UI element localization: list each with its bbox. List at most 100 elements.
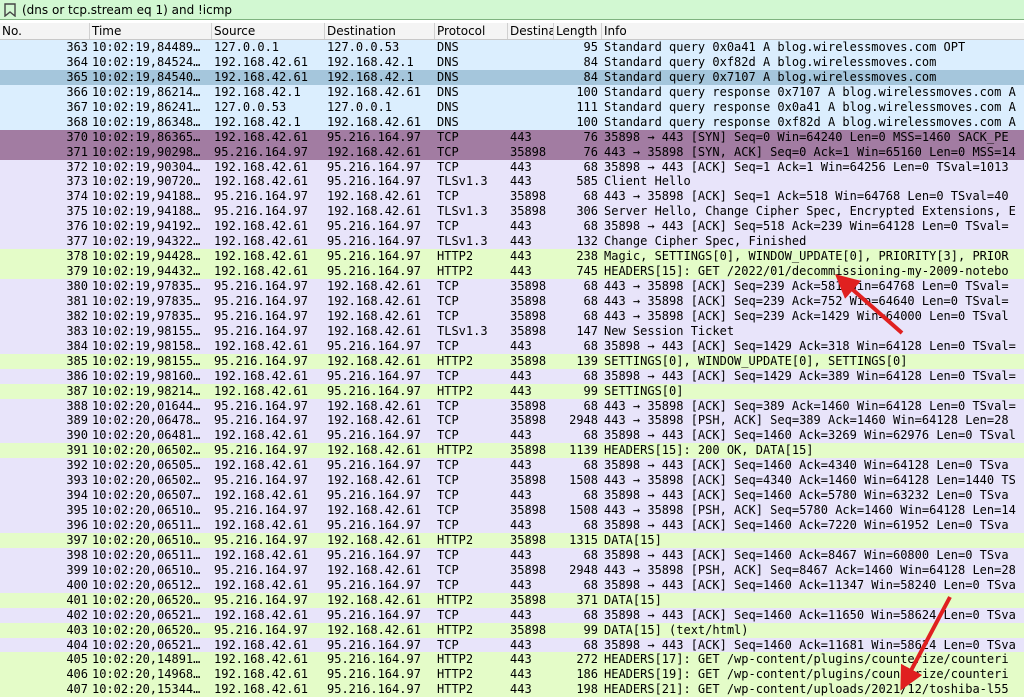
packet-row[interactable]: 404 10:02:20,06521… 192.168.42.61 95.216.16… bbox=[0, 637, 1024, 653]
packet-row[interactable]: 387 10:02:19,98214… 192.168.42.61 95.216.16… bbox=[0, 383, 1024, 399]
cell-no: 365 bbox=[66, 69, 88, 84]
cell-time: 10:02:20,06478… bbox=[92, 413, 201, 428]
packet-row[interactable]: 377 10:02:19,94322… 192.168.42.61 95.216.16… bbox=[0, 234, 1024, 250]
cell-destination: 95.216.164.97 bbox=[327, 383, 421, 398]
packet-row[interactable]: 372 10:02:19,90304… 192.168.42.61 95.216.16… bbox=[0, 159, 1024, 175]
cell-info: New Session Ticket bbox=[604, 323, 735, 338]
packet-row[interactable]: 396 10:02:20,06511… 192.168.42.61 95.216.16… bbox=[0, 518, 1024, 533]
cell-destination: 192.168.42.61 bbox=[327, 473, 421, 488]
display-filter-input[interactable] bbox=[22, 0, 1024, 19]
cell-dest-port: 35898 bbox=[510, 353, 547, 368]
packet-row[interactable]: 365 10:02:19,84540… 192.168.42.61 192.168.4… bbox=[0, 69, 1024, 85]
cell-protocol: DNS bbox=[437, 84, 459, 99]
packet-row[interactable]: 399 10:02:20,06510… 95.216.164.97 192.168.4… bbox=[0, 562, 1024, 578]
cell-destination: 127.0.0.53 bbox=[327, 40, 400, 54]
cell-dest-port: 443 bbox=[510, 607, 532, 622]
cell-destination: 95.216.164.97 bbox=[327, 249, 421, 264]
packet-row[interactable]: 400 10:02:20,06512… 192.168.42.61 95.216.16… bbox=[0, 577, 1024, 593]
packet-row[interactable]: 391 10:02:20,06502… 95.216.164.97 192.168.4… bbox=[0, 443, 1024, 459]
packet-row[interactable]: 392 10:02:20,06505… 192.168.42.61 95.216.16… bbox=[0, 458, 1024, 474]
cell-no: 374 bbox=[66, 189, 88, 204]
cell-time: 10:02:19,86241… bbox=[92, 99, 201, 114]
column-header-protocol[interactable]: Protocol bbox=[435, 23, 508, 39]
bookmark-filter-icon[interactable] bbox=[2, 2, 18, 18]
packet-row[interactable]: 390 10:02:20,06481… 192.168.42.61 95.216.16… bbox=[0, 428, 1024, 444]
cell-source: 192.168.42.61 bbox=[214, 368, 308, 383]
cell-time: 10:02:20,14968… bbox=[92, 667, 201, 682]
packet-row[interactable]: 395 10:02:20,06510… 95.216.164.97 192.168.4… bbox=[0, 503, 1024, 518]
packet-row[interactable]: 382 10:02:19,97835… 95.216.164.97 192.168.4… bbox=[0, 308, 1024, 324]
cell-length: 68 bbox=[583, 607, 598, 622]
packet-row[interactable]: 397 10:02:20,06510… 95.216.164.97 192.168.4… bbox=[0, 532, 1024, 548]
cell-time: 10:02:20,06502… bbox=[92, 443, 201, 458]
cell-no: 391 bbox=[66, 443, 88, 458]
packet-row[interactable]: 379 10:02:19,94432… 192.168.42.61 95.216.16… bbox=[0, 264, 1024, 279]
cell-no: 390 bbox=[66, 428, 88, 443]
column-header-time[interactable]: Time bbox=[90, 23, 212, 39]
cell-protocol: HTTP2 bbox=[437, 249, 474, 264]
cell-protocol: HTTP2 bbox=[437, 622, 474, 637]
cell-dest-port: 443 bbox=[510, 518, 532, 532]
cell-length: 68 bbox=[583, 488, 598, 503]
packet-row[interactable]: 363 10:02:19,84489… 127.0.0.1 127.0.0.53 DNS… bbox=[0, 40, 1024, 55]
cell-time: 10:02:19,86348… bbox=[92, 114, 201, 129]
packet-row[interactable]: 380 10:02:19,97835… 95.216.164.97 192.168.4… bbox=[0, 279, 1024, 294]
cell-info: 443 → 35898 [ACK] Seq=1 Ack=518 Win=6476… bbox=[604, 189, 1009, 204]
packet-row[interactable]: 367 10:02:19,86241… 127.0.0.53 127.0.0.1 DNS… bbox=[0, 99, 1024, 115]
packet-row[interactable]: 374 10:02:19,94188… 95.216.164.97 192.168.4… bbox=[0, 189, 1024, 205]
cell-source: 127.0.0.1 bbox=[214, 40, 280, 54]
column-header-source[interactable]: Source bbox=[212, 23, 325, 39]
packet-row[interactable]: 388 10:02:20,01644… 95.216.164.97 192.168.4… bbox=[0, 398, 1024, 414]
packet-row[interactable]: 405 10:02:20,14891… 192.168.42.61 95.216.16… bbox=[0, 652, 1024, 668]
cell-length: 68 bbox=[583, 577, 598, 592]
packet-row[interactable]: 378 10:02:19,94428… 192.168.42.61 95.216.16… bbox=[0, 249, 1024, 265]
cell-info: SETTINGS[0] bbox=[604, 383, 684, 398]
packet-list[interactable]: 363 10:02:19,84489… 127.0.0.1 127.0.0.53 DNS… bbox=[0, 40, 1024, 698]
packet-row[interactable]: 403 10:02:20,06520… 95.216.164.97 192.168.4… bbox=[0, 622, 1024, 638]
packet-row[interactable]: 389 10:02:20,06478… 95.216.164.97 192.168.4… bbox=[0, 413, 1024, 429]
cell-no: 383 bbox=[66, 323, 88, 338]
packet-row[interactable]: 407 10:02:20,15344… 192.168.42.61 95.216.16… bbox=[0, 682, 1024, 698]
packet-row[interactable]: 393 10:02:20,06502… 95.216.164.97 192.168.4… bbox=[0, 473, 1024, 489]
packet-row[interactable]: 375 10:02:19,94188… 95.216.164.97 192.168.4… bbox=[0, 204, 1024, 220]
packet-row[interactable]: 371 10:02:19,90298… 95.216.164.97 192.168.4… bbox=[0, 144, 1024, 160]
cell-dest-port: 35898 bbox=[510, 204, 547, 219]
column-header-dest-port[interactable]: Destina bbox=[508, 23, 554, 39]
packet-row[interactable]: 370 10:02:19,86365… 192.168.42.61 95.216.16… bbox=[0, 129, 1024, 145]
packet-row[interactable]: 368 10:02:19,86348… 192.168.42.1 192.168.42… bbox=[0, 114, 1024, 130]
packet-row[interactable]: 366 10:02:19,86214… 192.168.42.1 192.168.42… bbox=[0, 84, 1024, 100]
packet-row[interactable]: 384 10:02:19,98158… 192.168.42.61 95.216.16… bbox=[0, 338, 1024, 354]
cell-length: 68 bbox=[583, 189, 598, 204]
packet-row[interactable]: 394 10:02:20,06507… 192.168.42.61 95.216.16… bbox=[0, 488, 1024, 504]
cell-destination: 95.216.164.97 bbox=[327, 667, 421, 682]
cell-length: 2948 bbox=[569, 413, 598, 428]
column-header-length[interactable]: Length bbox=[554, 23, 602, 39]
packet-row[interactable]: 385 10:02:19,98155… 95.216.164.97 192.168.4… bbox=[0, 353, 1024, 369]
packet-row[interactable]: 383 10:02:19,98155… 95.216.164.97 192.168.4… bbox=[0, 323, 1024, 339]
cell-protocol: TCP bbox=[437, 189, 459, 204]
cell-no: 394 bbox=[66, 488, 88, 503]
packet-row[interactable]: 376 10:02:19,94192… 192.168.42.61 95.216.16… bbox=[0, 219, 1024, 235]
packet-list-header: No. Time Source Destination Protocol Des… bbox=[0, 23, 1024, 40]
packet-row[interactable]: 402 10:02:20,06521… 192.168.42.61 95.216.16… bbox=[0, 607, 1024, 623]
packet-row[interactable]: 398 10:02:20,06511… 192.168.42.61 95.216.16… bbox=[0, 547, 1024, 563]
column-header-destination[interactable]: Destination bbox=[325, 23, 435, 39]
packet-row[interactable]: 386 10:02:19,98160… 192.168.42.61 95.216.16… bbox=[0, 368, 1024, 384]
packet-row[interactable]: 364 10:02:19,84524… 192.168.42.61 192.168.4… bbox=[0, 54, 1024, 70]
cell-source: 95.216.164.97 bbox=[214, 443, 308, 458]
column-header-no[interactable]: No. bbox=[0, 23, 90, 39]
cell-length: 68 bbox=[583, 368, 598, 383]
cell-length: 306 bbox=[576, 204, 598, 219]
packet-row[interactable]: 381 10:02:19,97835… 95.216.164.97 192.168.4… bbox=[0, 293, 1024, 309]
cell-protocol: TCP bbox=[437, 338, 459, 353]
packet-row[interactable]: 373 10:02:19,90720… 192.168.42.61 95.216.16… bbox=[0, 174, 1024, 190]
cell-destination: 95.216.164.97 bbox=[327, 518, 421, 532]
cell-destination: 192.168.42.61 bbox=[327, 204, 421, 219]
cell-info: HEADERS[15]: GET /2022/01/decommissionin… bbox=[604, 264, 1009, 279]
packet-row[interactable]: 401 10:02:20,06520… 95.216.164.97 192.168.4… bbox=[0, 592, 1024, 608]
packet-row[interactable]: 406 10:02:20,14968… 192.168.42.61 95.216.16… bbox=[0, 667, 1024, 683]
cell-info: Standard query response 0xf82d A blog.wi… bbox=[604, 114, 1016, 129]
column-header-info[interactable]: Info bbox=[602, 23, 1024, 39]
cell-no: 393 bbox=[66, 473, 88, 488]
cell-protocol: TCP bbox=[437, 368, 459, 383]
